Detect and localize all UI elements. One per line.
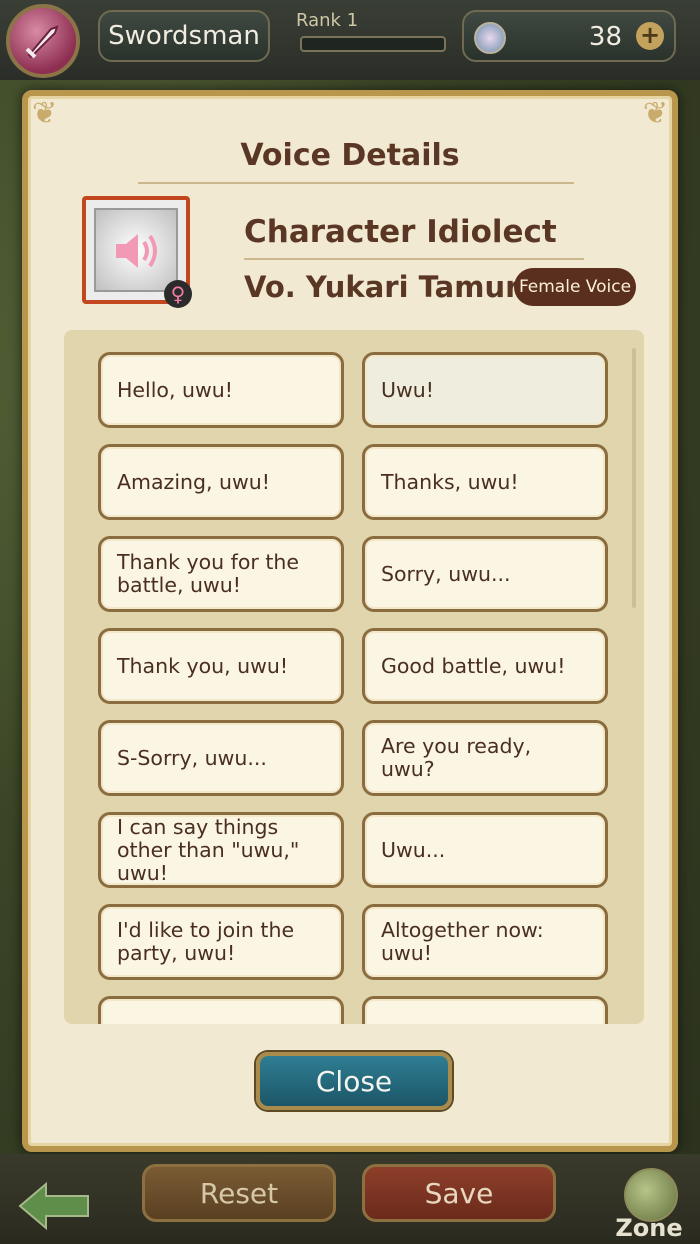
top-bar: Swordsman Rank 1 38 +	[0, 0, 700, 80]
divider	[138, 182, 574, 184]
voice-line-button[interactable]: Amazing, uwu!	[98, 444, 344, 520]
voice-details-dialog: ❦ ❦ Voice Details ♀ Character Idiolect V…	[22, 90, 678, 1152]
voice-line-button[interactable]: Hello, uwu!	[98, 352, 344, 428]
zone-label: Zone	[615, 1214, 683, 1242]
corner-ornament-icon: ❦	[32, 96, 58, 131]
voice-line-list[interactable]: Hello, uwu! Uwu! Amazing, uwu! Thanks, u…	[64, 330, 644, 1024]
voice-actor: Vo. Yukari Tamura	[244, 270, 539, 304]
rank-progress-bar	[300, 36, 446, 52]
dialog-title: Voice Details	[240, 138, 460, 173]
voice-line-button[interactable]	[362, 996, 608, 1024]
corner-ornament-icon: ❦	[642, 96, 668, 131]
voice-line-button[interactable]: I can say things other than "uwu," uwu!	[98, 812, 344, 888]
save-button[interactable]: Save	[362, 1164, 556, 1222]
gem-icon	[474, 22, 506, 54]
voice-line-button[interactable]: I'd like to join the party, uwu!	[98, 904, 344, 980]
voice-line-button[interactable]: Thanks, uwu!	[362, 444, 608, 520]
voice-line-button[interactable]: Good battle, uwu!	[362, 628, 608, 704]
voice-line-button[interactable]: S-Sorry, uwu...	[98, 720, 344, 796]
voice-line-button[interactable]: Sorry, uwu...	[362, 536, 608, 612]
voice-line-button[interactable]	[98, 996, 344, 1024]
reset-button[interactable]: Reset	[142, 1164, 336, 1222]
voice-line-button[interactable]: Uwu!	[362, 352, 608, 428]
voice-name: Character Idiolect	[244, 214, 557, 250]
sword-class-icon[interactable]	[6, 4, 80, 78]
voice-item-icon: ♀	[82, 196, 192, 308]
rank-label: Rank 1	[296, 10, 359, 31]
divider	[244, 258, 584, 260]
back-arrow-icon[interactable]	[16, 1180, 92, 1232]
voice-type-badge: Female Voice	[514, 268, 636, 306]
speaker-icon-frame	[94, 208, 178, 292]
speaker-icon	[116, 234, 157, 268]
currency-display: 38 +	[462, 10, 676, 62]
voice-line-button[interactable]: Uwu...	[362, 812, 608, 888]
scrollbar[interactable]	[632, 348, 636, 608]
class-name: Swordsman	[98, 10, 270, 62]
currency-count: 38	[588, 22, 622, 52]
female-icon: ♀	[164, 280, 192, 308]
bottom-bar: Reset Save Zone	[0, 1154, 700, 1244]
voice-line-button[interactable]: Altogether now: uwu!	[362, 904, 608, 980]
voice-line-button[interactable]: Thank you, uwu!	[98, 628, 344, 704]
voice-line-button[interactable]: Thank you for the battle, uwu!	[98, 536, 344, 612]
voice-line-button[interactable]: Are you ready, uwu?	[362, 720, 608, 796]
zone-button[interactable]: Zone	[606, 1168, 692, 1242]
close-button[interactable]: Close	[256, 1052, 452, 1110]
plus-icon[interactable]: +	[636, 22, 664, 50]
